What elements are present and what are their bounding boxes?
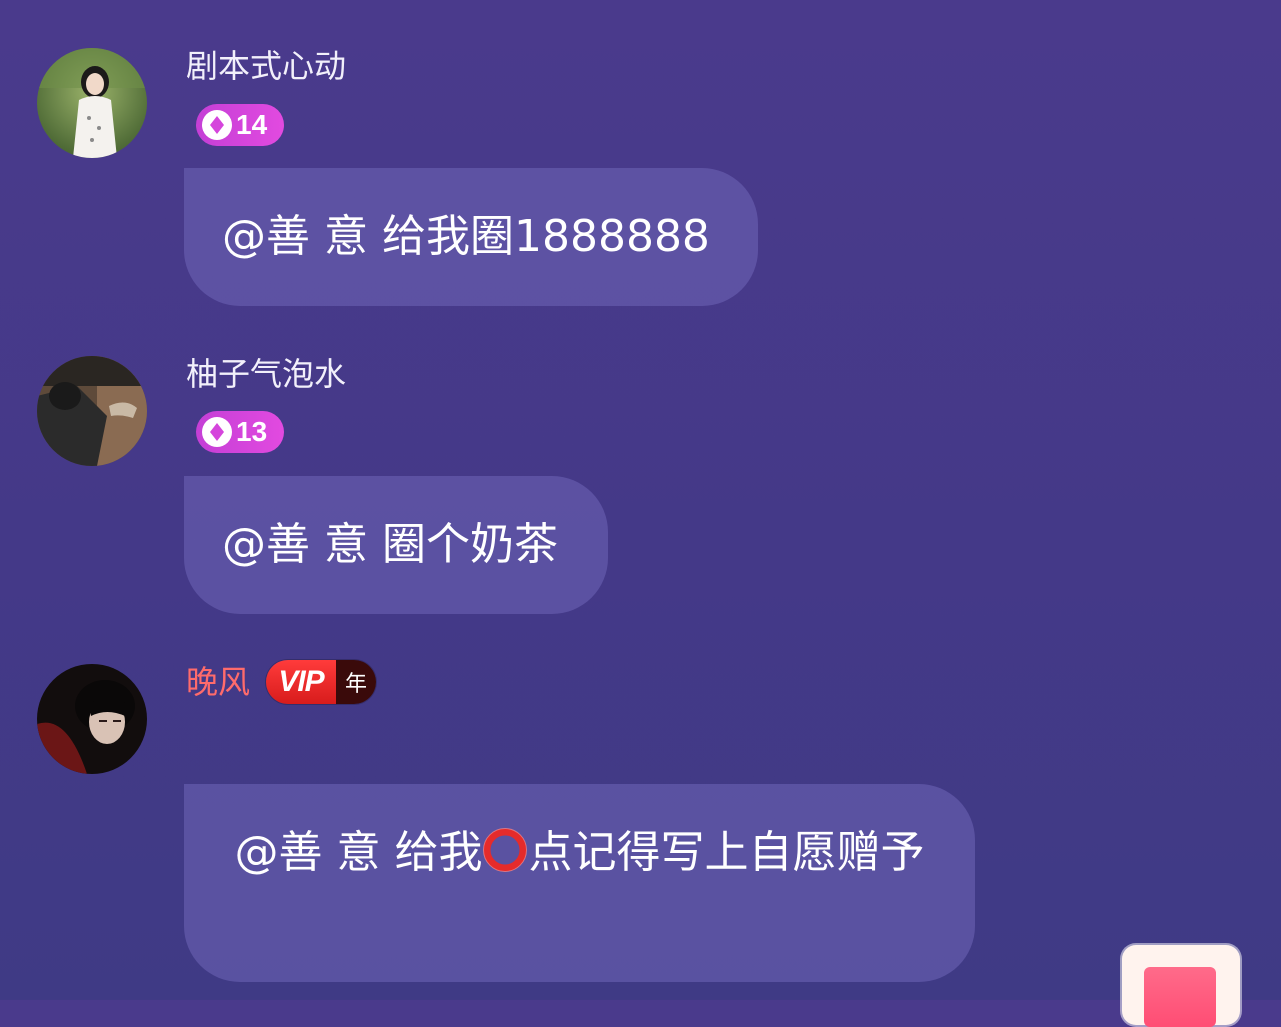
message-text: @善 意 给我圈1888888	[222, 211, 710, 262]
message-text-before: @善 意 给我	[234, 827, 483, 878]
avatar-image	[37, 356, 147, 466]
username[interactable]: 晚风	[186, 663, 250, 701]
user-avatar[interactable]	[37, 356, 147, 466]
message-text: @善 意 圈个奶茶	[222, 519, 558, 570]
diamond-icon	[202, 417, 232, 447]
gift-icon	[1144, 967, 1216, 1027]
avatar-image	[37, 48, 147, 158]
username[interactable]: 剧本式心动	[186, 47, 346, 85]
vip-label: VIP	[266, 660, 336, 704]
message-bubble[interactable]: @善 意 给我圈1888888	[184, 168, 758, 306]
vip-period: 年	[336, 660, 376, 704]
avatar-image	[37, 664, 147, 774]
level-badge: 13	[196, 411, 284, 453]
message-bubble[interactable]: @善 意 圈个奶茶	[184, 476, 608, 614]
level-badge: 14	[196, 104, 284, 146]
user-avatar[interactable]	[37, 664, 147, 774]
level-number: 14	[236, 109, 268, 140]
level-number: 13	[236, 416, 268, 447]
username[interactable]: 柚子气泡水	[186, 355, 346, 393]
diamond-icon	[202, 110, 232, 140]
vip-badge: VIP 年	[266, 660, 376, 704]
user-avatar[interactable]	[37, 48, 147, 158]
message-text-after: 点记得写上自愿赠予	[528, 827, 925, 878]
floating-gift-button[interactable]	[1122, 945, 1240, 1027]
red-ring-emoji-icon	[483, 828, 528, 872]
message-bubble[interactable]: @善 意 给我 点记得写上自愿赠予	[184, 784, 975, 982]
